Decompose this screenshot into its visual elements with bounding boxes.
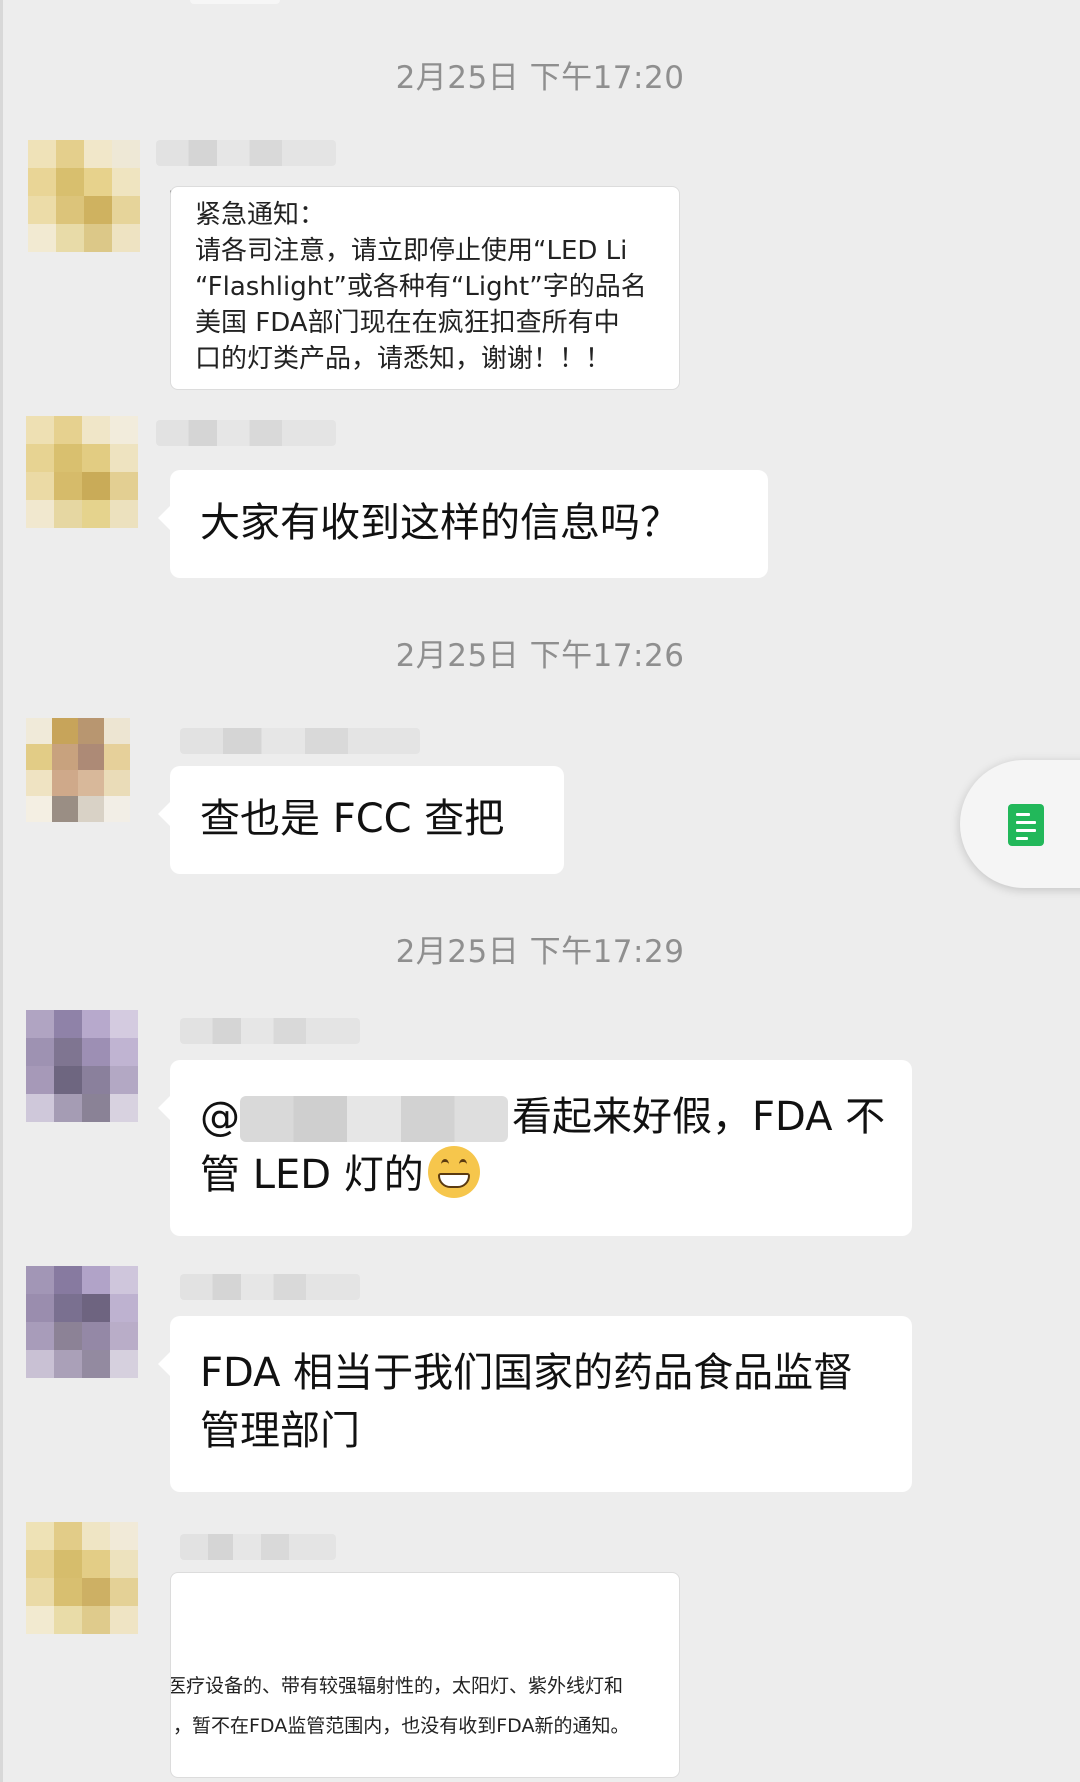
message-text: 查也是 FCC 查把 bbox=[200, 796, 505, 842]
sender-name bbox=[180, 1534, 336, 1560]
message-line: @ 看起来好假，FDA 不 bbox=[200, 1088, 886, 1146]
message-bubble[interactable]: FDA 相当于我们国家的药品食品监督管理部门 bbox=[158, 1316, 912, 1492]
avatar[interactable] bbox=[26, 1266, 140, 1378]
document-icon bbox=[1008, 804, 1044, 846]
timestamp: 2月25日 下午17:26 bbox=[395, 638, 685, 674]
message-text: FDA 相当于我们国家的药品食品监督管理部门 bbox=[200, 1350, 854, 1454]
image-message-reply[interactable]: 医疗设备的、带有较强辐射性的，太阳灯、紫外线灯和 ，暂不在FDA监管范围内，也没… bbox=[170, 1572, 680, 1778]
sender-name bbox=[156, 140, 336, 166]
avatar[interactable] bbox=[26, 416, 138, 528]
reply-image-line: ，暂不在FDA监管范围内，也没有收到FDA新的通知。 bbox=[173, 1715, 630, 1737]
notice-line: 口的灯类产品，请悉知，谢谢！！！ bbox=[195, 344, 612, 374]
message-text: 大家有收到这样的信息吗？ bbox=[200, 500, 680, 546]
sender-name bbox=[180, 728, 420, 754]
notice-line: 紧急通知： bbox=[195, 200, 326, 230]
avatar[interactable] bbox=[26, 718, 130, 822]
avatar[interactable] bbox=[26, 1010, 140, 1122]
message-bubble[interactable]: 大家有收到这样的信息吗？ bbox=[158, 470, 768, 578]
sender-name bbox=[180, 1274, 360, 1300]
notice-line: “Flashlight”或各种有“Light”字的品名 bbox=[195, 272, 647, 302]
sender-name bbox=[180, 1018, 360, 1044]
sender-name bbox=[156, 420, 336, 446]
floating-doc-button[interactable] bbox=[960, 760, 1080, 888]
message-line: 管 LED 灯的 bbox=[200, 1146, 882, 1204]
message-bubble[interactable]: 查也是 FCC 查把 bbox=[158, 766, 564, 874]
message-bubble[interactable]: @ 看起来好假，FDA 不 管 LED 灯的 bbox=[158, 1060, 912, 1236]
grinning-emoji-icon bbox=[427, 1146, 480, 1198]
reply-image-line: 医疗设备的、带有较强辐射性的，太阳灯、紫外线灯和 bbox=[170, 1675, 624, 1697]
avatar[interactable] bbox=[26, 1522, 140, 1636]
mention-blurred bbox=[240, 1096, 508, 1142]
mention-at: @ bbox=[200, 1094, 240, 1140]
message-text: 管 LED 灯的 bbox=[200, 1152, 424, 1198]
notice-line: 请各司注意，请立即停止使用“LED Li bbox=[195, 236, 628, 266]
timestamp: 2月25日 下午17:20 bbox=[395, 60, 685, 96]
message-text: 看起来好假，FDA 不 bbox=[512, 1094, 886, 1140]
screen-edge bbox=[0, 0, 3, 1782]
avatar[interactable] bbox=[28, 140, 140, 252]
notice-line: 美国 FDA部门现在在疯狂扣查所有中 bbox=[195, 308, 620, 338]
previous-message-edge bbox=[190, 0, 280, 4]
timestamp: 2月25日 下午17:29 bbox=[395, 934, 685, 970]
image-message-notice[interactable]: 紧急通知： 请各司注意，请立即停止使用“LED Li “Flashlight”或… bbox=[170, 186, 680, 390]
